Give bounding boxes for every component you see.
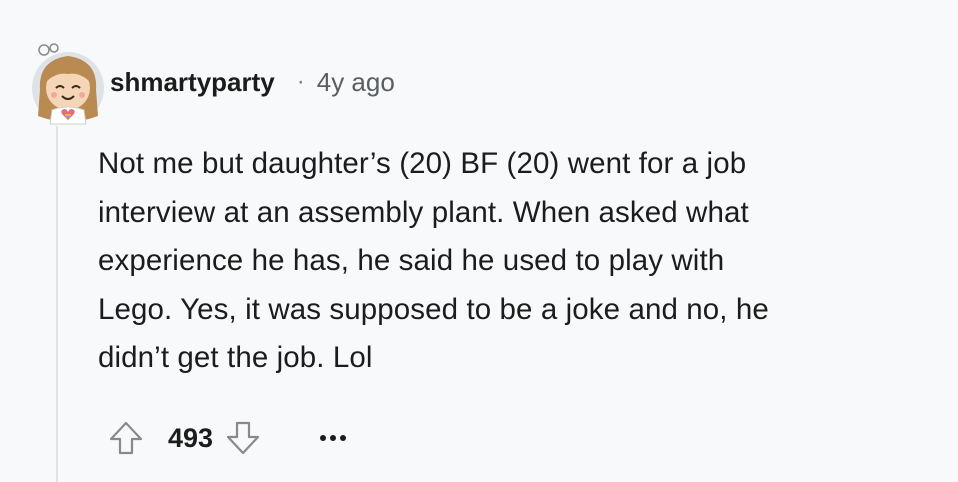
comment-line: experience he has, he said he used to pl… — [98, 244, 725, 277]
comment-age[interactable]: 4y ago — [317, 67, 395, 98]
separator-dot: · — [296, 68, 305, 95]
thread-line[interactable] — [56, 126, 58, 482]
username[interactable]: shmartyparty — [110, 67, 275, 98]
comment-line: Lego. Yes, it was supposed to be a joke … — [98, 292, 769, 326]
downvote-button[interactable] — [223, 418, 263, 458]
comment-header: shmartyparty · 4y ago — [110, 62, 395, 102]
arrow-up-outline-icon — [109, 421, 143, 455]
vote-score: 493 — [168, 422, 214, 453]
comment-line: Not me but daughter’s (20) BF (20) went … — [98, 147, 747, 180]
avatar[interactable] — [24, 38, 112, 126]
ellipsis-horizontal-icon — [320, 435, 347, 441]
comment-actions: 493 — [106, 414, 351, 462]
upvote-button[interactable] — [106, 418, 146, 458]
arrow-down-outline-icon — [226, 421, 260, 455]
comment-line: didn’t get the job. Lol — [98, 341, 373, 374]
avatar-image — [32, 43, 104, 125]
more-options-button[interactable] — [315, 418, 351, 458]
comment-body: Not me but daughter’s (20) BF (20) went … — [98, 140, 938, 383]
comment-line: interview at an assembly plant. When ask… — [98, 195, 749, 229]
comment: shmartyparty · 4y ago Not me but daughte… — [0, 0, 958, 482]
